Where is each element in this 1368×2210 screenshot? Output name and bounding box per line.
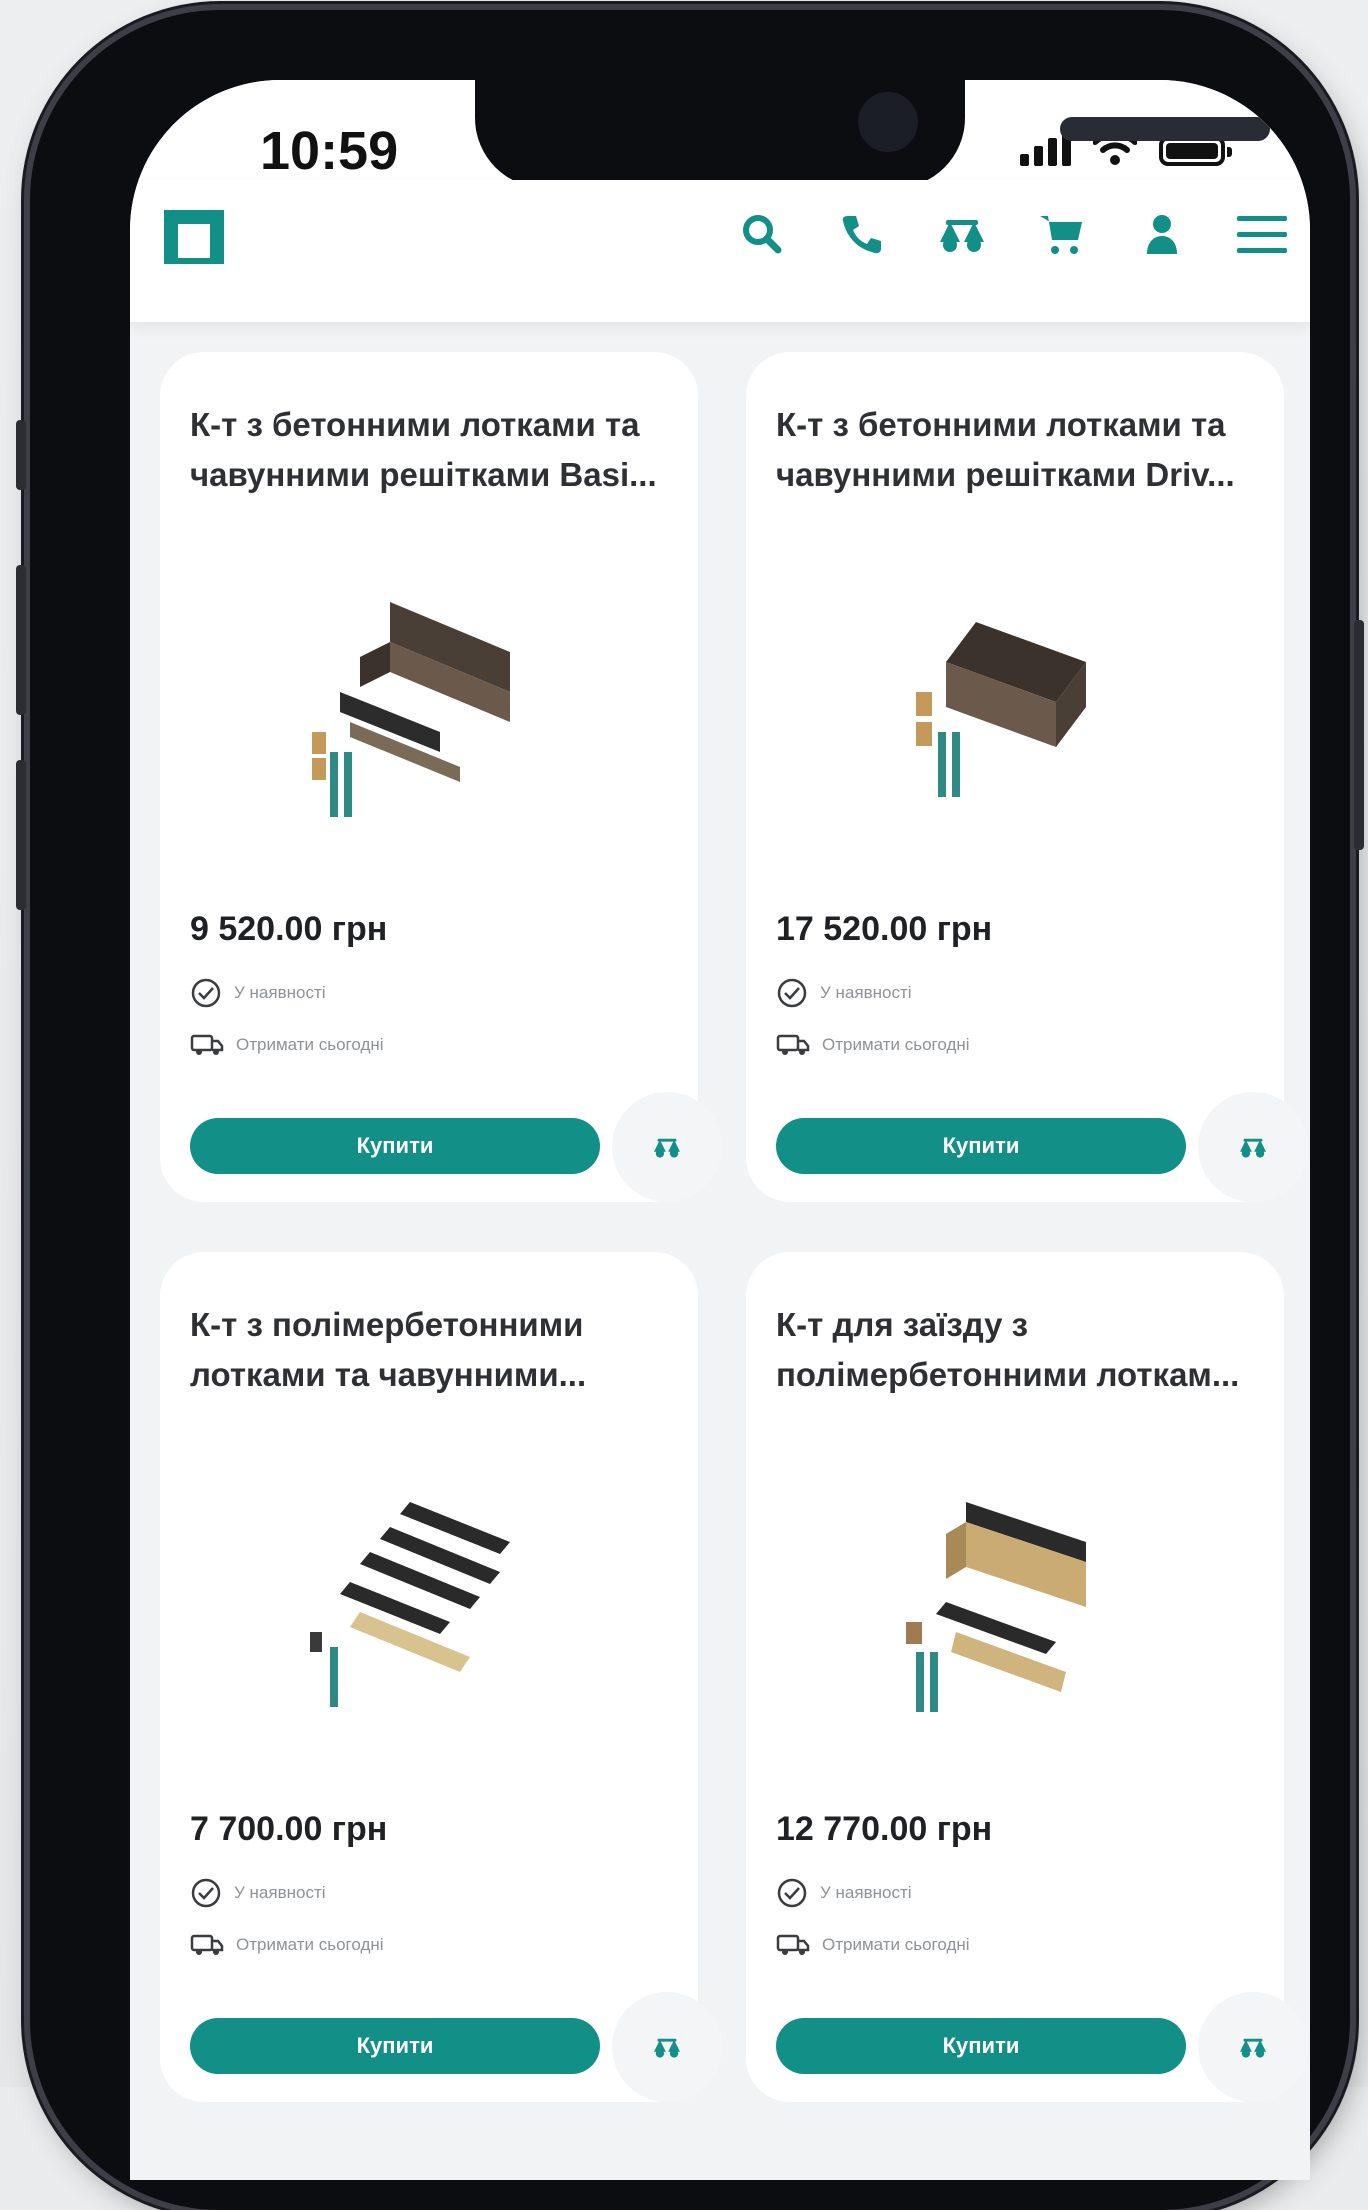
compare-scales-icon (1240, 2038, 1266, 2058)
search-icon[interactable] (734, 206, 790, 262)
check-circle-icon (191, 978, 221, 1008)
product-card[interactable]: К-т з бетонними лотками та чавунними реш… (746, 352, 1308, 1202)
compare-scales-icon[interactable] (934, 206, 990, 262)
power-button (1354, 620, 1364, 850)
stock-status: У наявності (776, 1877, 912, 1909)
compare-button[interactable] (1198, 1092, 1308, 1202)
delivery-text: Отримати сьогодні (822, 1935, 970, 1954)
phone-icon[interactable] (834, 206, 890, 262)
cart-icon[interactable] (1034, 206, 1090, 262)
product-price: 7 700.00 грн (190, 1810, 388, 1848)
stock-status: У наявності (776, 977, 912, 1009)
compare-button[interactable] (612, 1992, 722, 2102)
product-price: 9 520.00 грн (190, 910, 388, 948)
volume-down-button (16, 760, 26, 910)
product-card[interactable]: К-т з бетонними лотками та чавунними реш… (160, 352, 722, 1202)
check-circle-icon (191, 1878, 221, 1908)
phone-screen: 10:59 К-т з бетонними лотками та чавунни… (130, 80, 1310, 2180)
delivery-info: Отримати сьогодні (776, 1932, 970, 1958)
product-image[interactable] (886, 1482, 1146, 1722)
stock-text: У наявності (820, 983, 912, 1002)
product-image[interactable] (886, 582, 1146, 822)
stock-text: У наявності (234, 983, 326, 1002)
header-actions (734, 206, 1290, 262)
front-camera (858, 92, 918, 152)
compare-scales-icon (1240, 1138, 1266, 1158)
delivery-info: Отримати сьогодні (190, 1032, 384, 1058)
delivery-info: Отримати сьогодні (190, 1932, 384, 1958)
compare-scales-icon (654, 2038, 680, 2058)
side-button (16, 420, 26, 490)
delivery-truck-icon (190, 1934, 224, 1955)
product-title[interactable]: К-т з бетонними лотками та чавунними реш… (190, 400, 670, 500)
product-card[interactable]: К-т для заїзду з полімербетонними лоткам… (746, 1252, 1308, 2102)
product-title[interactable]: К-т з бетонними лотками та чавунними реш… (776, 400, 1256, 500)
site-header (130, 180, 1310, 322)
delivery-text: Отримати сьогодні (236, 1935, 384, 1954)
buy-button[interactable]: Купити (190, 1118, 600, 1174)
delivery-truck-icon (190, 1034, 224, 1055)
check-circle-icon (777, 978, 807, 1008)
delivery-truck-icon (776, 1034, 810, 1055)
volume-up-button (16, 565, 26, 715)
product-grid: К-т з бетонними лотками та чавунними реш… (160, 352, 1308, 2102)
product-price: 17 520.00 грн (776, 910, 993, 948)
stock-status: У наявності (190, 977, 326, 1009)
compare-button[interactable] (1198, 1992, 1308, 2102)
product-price: 12 770.00 грн (776, 1810, 993, 1848)
earpiece-speaker (1060, 117, 1270, 141)
delivery-truck-icon (776, 1934, 810, 1955)
phone-notch (475, 80, 1270, 188)
brand-logo-icon[interactable] (160, 200, 228, 268)
delivery-text: Отримати сьогодні (236, 1035, 384, 1054)
compare-button[interactable] (612, 1092, 722, 1202)
stock-status: У наявності (190, 1877, 326, 1909)
buy-button[interactable]: Купити (776, 2018, 1186, 2074)
product-card[interactable]: К-т з полімербетонними лотками та чавунн… (160, 1252, 722, 2102)
product-image[interactable] (300, 582, 560, 822)
delivery-text: Отримати сьогодні (822, 1035, 970, 1054)
status-time: 10:59 (260, 121, 399, 181)
delivery-info: Отримати сьогодні (776, 1032, 970, 1058)
menu-icon[interactable] (1234, 206, 1290, 262)
product-title[interactable]: К-т для заїзду з полімербетонними лоткам… (776, 1300, 1256, 1400)
stock-text: У наявності (234, 1883, 326, 1902)
compare-scales-icon (654, 1138, 680, 1158)
phone-frame: 10:59 К-т з бетонними лотками та чавунни… (16, 10, 1364, 2210)
stock-text: У наявності (820, 1883, 912, 1902)
product-title[interactable]: К-т з полімербетонними лотками та чавунн… (190, 1300, 670, 1400)
user-icon[interactable] (1134, 206, 1190, 262)
product-image[interactable] (300, 1482, 560, 1722)
buy-button[interactable]: Купити (776, 1118, 1186, 1174)
check-circle-icon (777, 1878, 807, 1908)
buy-button[interactable]: Купити (190, 2018, 600, 2074)
